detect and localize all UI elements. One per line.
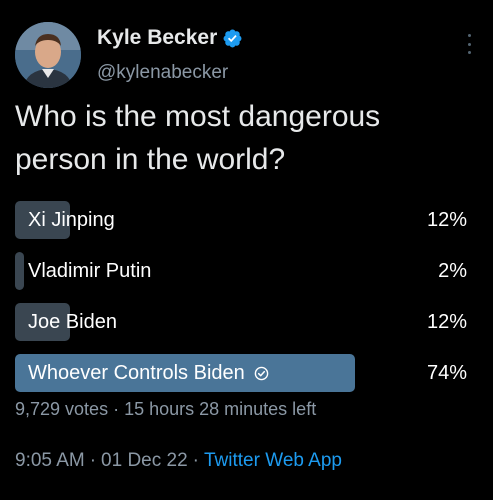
verified-badge-icon <box>222 28 243 49</box>
avatar-image <box>15 22 81 88</box>
tweet-text-line: Who is the most dangerous <box>15 100 381 133</box>
source-app-link[interactable]: Twitter Web App <box>204 450 342 471</box>
poll: Xi Jinping 12% Vladimir Putin 2% Joe Bid… <box>15 201 475 405</box>
poll-option: Vladimir Putin 2% <box>15 252 475 290</box>
more-options-icon[interactable] <box>462 34 476 54</box>
poll-option-percent: 2% <box>438 260 467 282</box>
poll-option-label: Vladimir Putin <box>28 260 152 282</box>
tweet-text: Who is the most dangerous person in the … <box>15 95 480 181</box>
avatar[interactable] <box>15 22 81 88</box>
tweet-text-line: person in the world? <box>15 143 286 176</box>
poll-option: Xi Jinping 12% <box>15 201 475 239</box>
winner-check-icon <box>254 366 269 381</box>
tweet-date[interactable]: 01 Dec 22 <box>101 450 188 471</box>
separator-dot: · <box>89 450 97 471</box>
poll-meta: 9,729 votes · 15 hours 28 minutes left <box>15 399 316 420</box>
poll-option: Joe Biden 12% <box>15 303 475 341</box>
poll-option-winner: Whoever Controls Biden 74% <box>15 354 475 392</box>
poll-option-label: Joe Biden <box>28 311 117 333</box>
tweet-time[interactable]: 9:05 AM <box>15 450 85 471</box>
vote-count: 9,729 votes <box>15 399 109 419</box>
separator-dot: · <box>192 450 199 471</box>
poll-option-label: Whoever Controls Biden <box>28 362 245 384</box>
poll-option-percent: 12% <box>426 311 467 333</box>
author-display-name[interactable]: Kyle Becker <box>97 26 217 50</box>
poll-option-label: Xi Jinping <box>28 209 115 231</box>
poll-result-bar <box>15 252 25 290</box>
tweet-timestamp-row: 9:05 AM · 01 Dec 22 · Twitter Web App <box>15 450 342 472</box>
separator-dot: · <box>113 399 120 419</box>
author-handle[interactable]: @kylenabecker <box>97 62 228 84</box>
poll-time-left: 15 hours 28 minutes left <box>124 399 317 419</box>
author-name-row: Kyle Becker <box>97 26 243 50</box>
poll-option-percent: 12% <box>426 209 467 231</box>
poll-option-percent: 74% <box>426 362 467 384</box>
